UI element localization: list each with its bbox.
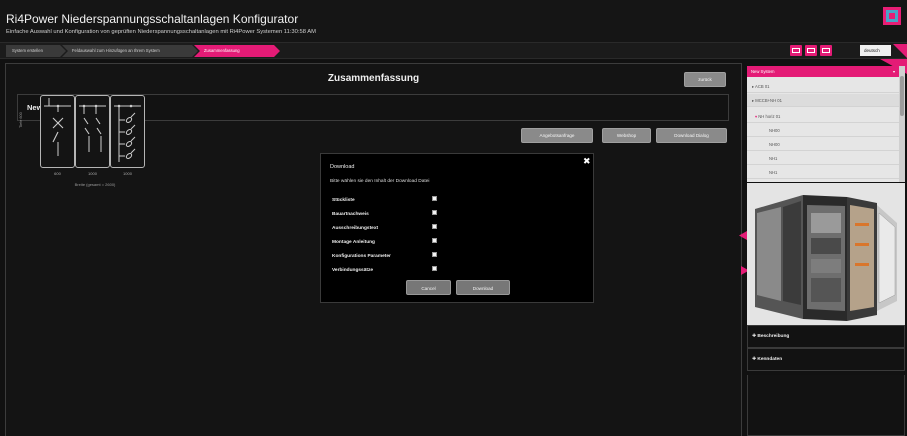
system-tree: New System ▾ ▸ ACB 01 ▸ MCCB+NH 01 ▾ NH … bbox=[747, 66, 899, 182]
tree-item-label: NH horiz 01 bbox=[758, 114, 781, 119]
cabinet-1000-a[interactable] bbox=[75, 95, 110, 168]
option-checkbox-stueckliste[interactable] bbox=[432, 196, 437, 201]
nh-schematic-icon bbox=[114, 104, 141, 162]
cabinet-width-label: 1000 bbox=[123, 171, 132, 176]
acb-schematic-icon bbox=[44, 98, 71, 156]
tree-marker: ▸ bbox=[752, 84, 755, 89]
accordion-label: ✚ Beschreibung bbox=[752, 334, 790, 339]
tree-item-label: MCCB+NH 01 bbox=[755, 98, 782, 103]
cancel-button[interactable]: Cancel bbox=[406, 280, 451, 295]
tree-item[interactable]: NH1 bbox=[747, 166, 899, 179]
sidebar-empty-area bbox=[747, 375, 905, 436]
accordion-description[interactable]: ✚ Beschreibung bbox=[747, 325, 905, 348]
option-checkbox-bauartnachweis[interactable] bbox=[432, 210, 437, 215]
breadcrumb-step-2[interactable]: Feldauswahl zum Hinzufügen an Ihrem Syst… bbox=[62, 45, 198, 57]
tree-item[interactable]: ▸ ACB 01 bbox=[747, 80, 899, 93]
tree-item[interactable]: NH1 bbox=[747, 152, 899, 165]
breadcrumb-step-1[interactable]: System erstellen bbox=[6, 45, 66, 57]
option-checkbox-ausschreibungstext[interactable] bbox=[432, 224, 437, 229]
mccb-schematic-icon bbox=[79, 104, 106, 152]
close-icon[interactable]: ✖ bbox=[583, 156, 591, 167]
tree-item-label: ACB 01 bbox=[755, 84, 770, 89]
tree-scrollbar-thumb[interactable] bbox=[900, 76, 904, 116]
option-label: Konfigurations Parameter bbox=[332, 254, 391, 259]
app-header: Ri4Power Niederspannungsschaltanlagen Ko… bbox=[0, 0, 907, 43]
tree-header[interactable]: New System ▾ bbox=[747, 66, 899, 77]
language-select[interactable]: deutsch bbox=[860, 45, 891, 56]
option-label: Verbindungssätze bbox=[332, 268, 374, 273]
rittal-logo-icon bbox=[883, 7, 901, 25]
cabinet-width-label: 600 bbox=[54, 171, 61, 176]
quote-request-button[interactable]: Angebotsanfrage bbox=[521, 128, 593, 143]
depth-label: Tiefe 600 bbox=[19, 112, 23, 128]
download-dialog: Download ✖ Bitte wählen sie den Inhalt d… bbox=[320, 153, 594, 303]
download-button[interactable]: Download bbox=[456, 280, 510, 295]
description-label: Beschreibung bbox=[757, 334, 790, 339]
switchgear-cabinet-image bbox=[747, 183, 905, 325]
save-as-icon[interactable] bbox=[805, 45, 817, 56]
back-button[interactable]: zurück bbox=[684, 72, 726, 87]
option-label: Ausschreibungstext bbox=[332, 226, 379, 231]
tree-marker: ▸ bbox=[752, 98, 755, 103]
tree-item[interactable]: ▸ MCCB+NH 01 bbox=[747, 94, 899, 107]
tree-item[interactable]: NH00 bbox=[747, 124, 899, 137]
option-checkbox-konfigurations-parameter[interactable] bbox=[432, 252, 437, 257]
accordion-specs[interactable]: ✚ Kenndaten bbox=[747, 348, 905, 371]
tree-item[interactable]: NH00 bbox=[747, 138, 899, 151]
option-checkbox-verbindungssaetze[interactable] bbox=[432, 266, 437, 271]
cabinet-width-label: 1000 bbox=[88, 171, 97, 176]
product-image bbox=[747, 183, 905, 325]
specs-label: Kenndaten bbox=[757, 357, 783, 362]
tree-marker: ▾ bbox=[755, 114, 758, 119]
tree-item[interactable]: ▾ NH horiz 01 bbox=[747, 110, 899, 123]
option-checkbox-montage-anleitung[interactable] bbox=[432, 238, 437, 243]
chevron-down-icon[interactable]: ▾ bbox=[893, 66, 895, 77]
option-label: Stückliste bbox=[332, 198, 355, 203]
download-dialog-button[interactable]: Download Dialog bbox=[656, 128, 727, 143]
page-title: Zusammenfassung bbox=[327, 73, 420, 84]
cabinet-1000-b[interactable] bbox=[110, 95, 145, 168]
option-label: Montage Anleitung bbox=[332, 240, 375, 245]
app-title: Ri4Power Niederspannungsschaltanlagen Ko… bbox=[6, 12, 299, 26]
option-label: Bauartnachweis bbox=[332, 212, 369, 217]
breadcrumb: System erstellen Feldauswahl zum Hinzufü… bbox=[0, 42, 907, 59]
accordion-label: ✚ Kenndaten bbox=[752, 357, 783, 362]
webshop-button[interactable]: Webshop bbox=[602, 128, 651, 143]
dialog-description: Bitte wählen sie den Inhalt der Download… bbox=[330, 179, 430, 184]
save-icon[interactable] bbox=[790, 45, 802, 56]
tree-header-label: New System bbox=[751, 69, 775, 74]
breadcrumb-step-3[interactable]: Zusammenfassung bbox=[194, 45, 280, 57]
export-icon[interactable] bbox=[820, 45, 832, 56]
dialog-title: Download bbox=[330, 164, 355, 170]
app-subtitle: Einfache Auswahl und Konfiguration von g… bbox=[6, 29, 316, 35]
cabinet-600[interactable] bbox=[40, 95, 75, 168]
total-width-label: Breite (gesamt = 2600) bbox=[74, 182, 116, 187]
